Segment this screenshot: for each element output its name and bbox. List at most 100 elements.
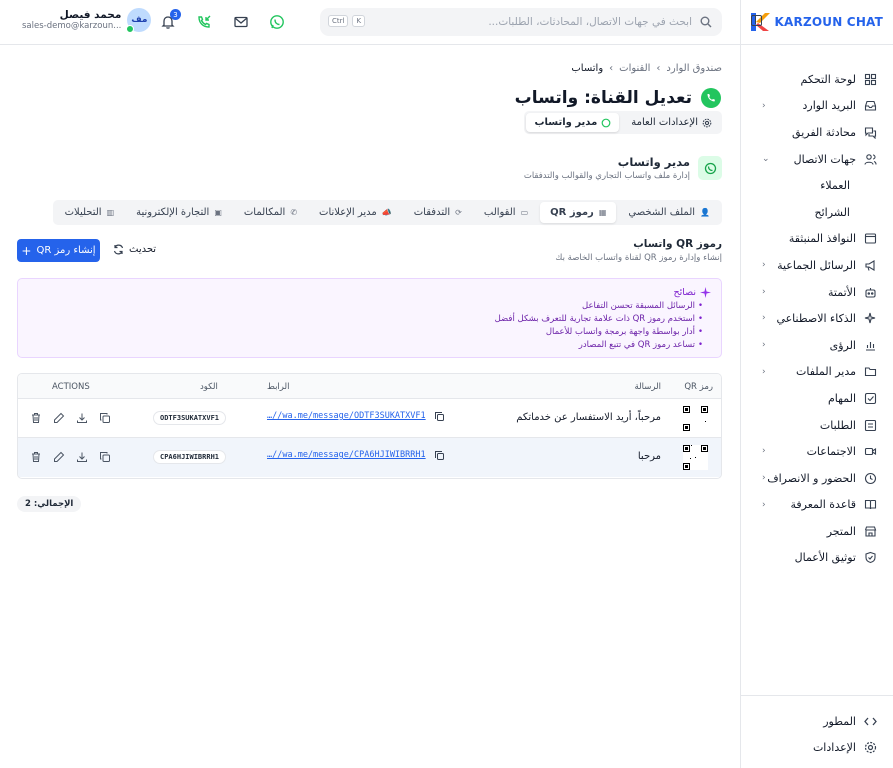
sidebar-item-label: المهام [828, 391, 856, 405]
sidebar-item-developer[interactable]: المطور [740, 708, 893, 735]
sidebar-item-label: جهات الاتصال [793, 152, 856, 166]
sidebar-item-settings[interactable]: الإعدادات [740, 735, 893, 762]
chevron-left-icon: ‹ [762, 446, 766, 457]
tab-1[interactable]: ▦ رموز QR [540, 202, 617, 223]
search-icon [700, 16, 712, 28]
copy-link-icon[interactable] [434, 411, 445, 422]
page-title: تعديل القناة: واتساب [515, 87, 722, 109]
copy-icon[interactable] [99, 451, 111, 463]
folder-icon [864, 365, 877, 378]
download-icon[interactable] [76, 412, 88, 424]
tab-6[interactable]: ▣ التجارة الإلكترونية [126, 202, 232, 223]
mail-icon[interactable] [233, 14, 249, 30]
user-menu[interactable]: مف محمد فيصل sales-demo@karzoun... [22, 8, 152, 33]
search-shortcut: Ctrl K [328, 15, 366, 27]
tab-label: القوالب [483, 207, 516, 218]
topbar: ابحث في جهات الاتصال، المحادثات، الطلبات… [0, 0, 740, 45]
tip-item: أدار بواسطة واجهة برمجة واتساب للأعمال [28, 326, 703, 339]
edit-icon[interactable] [53, 451, 65, 463]
refresh-button[interactable]: تحديث [113, 244, 156, 255]
tab-4[interactable]: 📣 مدير الإعلانات [309, 202, 402, 223]
global-search[interactable]: ابحث في جهات الاتصال، المحادثات، الطلبات… [320, 8, 722, 36]
col-message: الرسالة [634, 382, 661, 392]
avatar: مف [126, 8, 152, 33]
table-row: مرحباً، أريد الاستفسار عن خدماتكم …//wa.m… [18, 399, 721, 438]
megaphone-icon: 📣 [381, 208, 392, 217]
tab-0[interactable]: 👤 الملف الشخصي [618, 202, 720, 223]
user-name: محمد فيصل [59, 9, 122, 21]
row-link[interactable]: …//wa.me/message/ODTF3SUKATXVF1 [267, 411, 426, 421]
tab-2[interactable]: ▭ القوالب [474, 202, 538, 223]
sidebar-item-4[interactable]: العملاء [740, 172, 893, 199]
sidebar-item-label: النوافذ المنبثقة [788, 232, 856, 246]
sidebar-item-5[interactable]: الشرائح [740, 199, 893, 226]
segment-general[interactable]: الإعدادات العامة [623, 113, 720, 132]
phone-incoming-icon[interactable] [196, 14, 212, 30]
sidebar-item-18[interactable]: توثيق الأعمال [740, 545, 893, 572]
notification-count: 3 [170, 9, 181, 20]
bot-icon [864, 286, 877, 299]
sidebar-item-16[interactable]: قاعدة المعرفة ‹ [740, 492, 893, 519]
manager-desc: إدارة ملف واتساب التجاري والقوالب والتدف… [523, 171, 690, 181]
sidebar-item-label: الإعدادات [812, 741, 856, 755]
collapse-sidebar-icon[interactable] [751, 15, 762, 26]
sidebar-item-6[interactable]: النوافذ المنبثقة [740, 226, 893, 253]
row-link[interactable]: …//wa.me/message/CPA6HJIWIBRRH1 [267, 450, 426, 460]
qr-code-image[interactable] [683, 406, 708, 431]
analytics-icon: ▥ [106, 208, 115, 217]
row-code: ODTF3SUKATXVF1 [153, 411, 227, 425]
tab-3[interactable]: ⟳ التدفقات [404, 202, 472, 223]
whatsapp-icon[interactable] [269, 14, 285, 30]
sidebar-item-8[interactable]: الأتمتة ‹ [740, 279, 893, 306]
code-icon [864, 715, 877, 728]
sidebar-item-1[interactable]: البريد الوارد ‹ [740, 93, 893, 120]
list-icon [864, 419, 877, 432]
copy-icon[interactable] [99, 412, 111, 424]
tips-header: نصائح [28, 287, 711, 298]
settings-segment: الإعدادات العامة مدير واتساب [524, 111, 722, 134]
sidebar-item-10[interactable]: الرؤى ‹ [740, 332, 893, 359]
sidebar-item-13[interactable]: الطلبات [740, 412, 893, 439]
sidebar-item-9[interactable]: الذكاء الاصطناعي ‹ [740, 305, 893, 332]
sidebar-item-17[interactable]: المتجر [740, 518, 893, 545]
col-link: الرابط [267, 382, 290, 392]
delete-icon[interactable] [30, 451, 42, 463]
qr-icon: ▦ [598, 208, 607, 217]
segment-manager[interactable]: مدير واتساب [526, 113, 620, 132]
tip-item: الرسائل المسبقة تحسن التفاعل [28, 300, 703, 313]
qr-code-image[interactable] [683, 445, 708, 470]
clock-icon [864, 472, 877, 485]
whatsapp-icon [601, 118, 611, 127]
breadcrumb-inbox[interactable]: صندوق الوارد [666, 63, 722, 74]
app-logo[interactable]: KARZOUN CHAT [749, 9, 883, 35]
sidebar-item-label: الأتمتة [828, 285, 856, 299]
col-actions: ACTIONS [52, 382, 90, 392]
sidebar-item-11[interactable]: مدير الملفات ‹ [740, 359, 893, 386]
tab-label: التجارة الإلكترونية [136, 207, 210, 218]
copy-link-icon[interactable] [434, 450, 445, 461]
sidebar-item-2[interactable]: محادثة الفريق [740, 119, 893, 146]
sidebar-item-15[interactable]: الحضور و الانصراف ‹ [740, 465, 893, 492]
tips-panel: نصائح الرسائل المسبقة تحسن التفاعل استخد… [17, 278, 722, 358]
edit-icon[interactable] [53, 412, 65, 424]
tab-7[interactable]: ▥ التحليلات [55, 202, 125, 223]
create-qr-button[interactable]: إنشاء رمز QR + [17, 239, 100, 262]
chevron-left-icon: ‹ [762, 339, 766, 350]
download-icon[interactable] [76, 451, 88, 463]
breadcrumb-channels[interactable]: القنوات [619, 63, 650, 74]
table-row: مرحبا …//wa.me/message/CPA6HJIWIBRRH1 CPA6… [18, 438, 721, 477]
sidebar-item-12[interactable]: المهام [740, 385, 893, 412]
sidebar-nav: لوحة التحكم البريد الوارد ‹ محادثة الفريق جه… [740, 66, 893, 571]
search-input[interactable]: ابحث في جهات الاتصال، المحادثات، الطلبات… [488, 16, 692, 28]
refresh-label: تحديث [129, 244, 157, 255]
sidebar-item-0[interactable]: لوحة التحكم [740, 66, 893, 93]
sidebar-item-14[interactable]: الاجتماعات ‹ [740, 438, 893, 465]
sidebar-item-3[interactable]: جهات الاتصال ⌄ [740, 146, 893, 173]
tab-5[interactable]: ✆ المكالمات [234, 202, 307, 223]
sparkles-icon [864, 312, 877, 325]
delete-icon[interactable] [30, 412, 42, 424]
sidebar-item-label: المطور [823, 714, 856, 728]
notifications-button[interactable]: 3 [160, 9, 181, 30]
shield-check-icon [864, 551, 877, 564]
sidebar-item-7[interactable]: الرسائل الجماعية ‹ [740, 252, 893, 279]
